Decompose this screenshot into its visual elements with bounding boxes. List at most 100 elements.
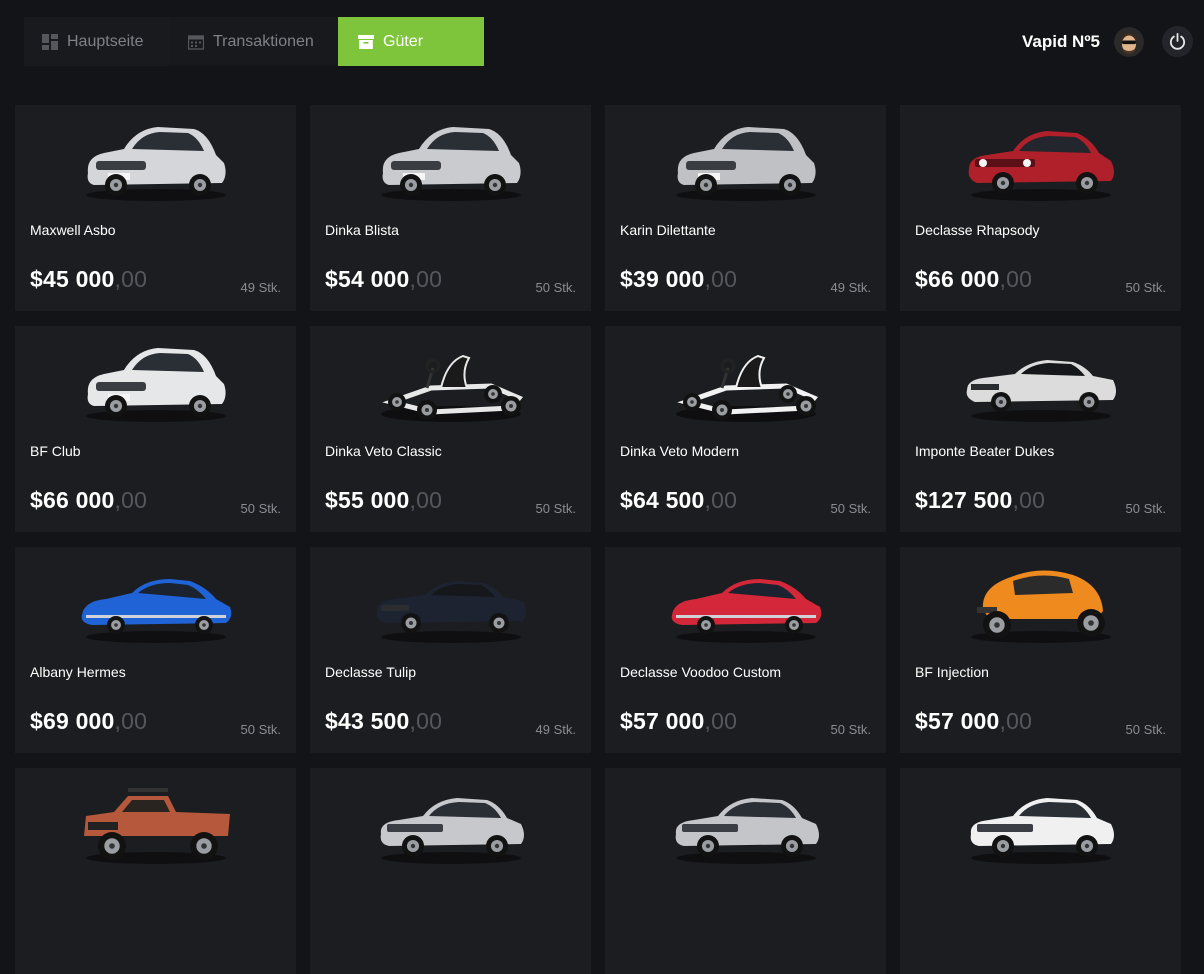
- product-image: [15, 330, 296, 430]
- muscle-car-image: [376, 581, 526, 643]
- product-price: $66 000,00: [30, 487, 147, 514]
- product-card[interactable]: Declasse Voodoo Custom $57 000,00 50 Stk…: [605, 547, 886, 753]
- product-stock: 49 Stk.: [240, 280, 281, 295]
- price-amount: $66 000: [30, 487, 115, 513]
- price-amount: $64 500: [620, 487, 705, 513]
- product-name: BF Injection: [915, 664, 989, 680]
- user-name[interactable]: Vapid Nº5: [1022, 32, 1100, 52]
- product-card[interactable]: Imponte Beater Dukes $127 500,00 50 Stk.: [900, 326, 1181, 532]
- price-amount: $39 000: [620, 266, 705, 292]
- price-amount: $69 000: [30, 708, 115, 734]
- product-card[interactable]: [605, 768, 886, 974]
- go-kart-image: [380, 354, 523, 422]
- product-card[interactable]: Maxwell Asbo $45 000,00 49 Stk.: [15, 105, 296, 311]
- price-amount: $45 000: [30, 266, 115, 292]
- product-image: [310, 551, 591, 651]
- product-card[interactable]: BF Injection $57 000,00 50 Stk.: [900, 547, 1181, 753]
- product-card[interactable]: Declasse Tulip $43 500,00 49 Stk.: [310, 547, 591, 753]
- product-name: Declasse Rhapsody: [915, 222, 1040, 238]
- product-card[interactable]: BF Club $66 000,00 50 Stk.: [15, 326, 296, 532]
- product-image: [15, 772, 296, 872]
- price-cents: ,00: [704, 266, 738, 292]
- product-stock: 50 Stk.: [1125, 722, 1166, 737]
- product-stock: 50 Stk.: [830, 501, 871, 516]
- coupe-car-image: [968, 131, 1114, 201]
- price-cents: ,00: [114, 708, 148, 734]
- user-menu: Vapid Nº5: [1022, 17, 1204, 66]
- price-amount: $66 000: [915, 266, 1000, 292]
- price-cents: ,00: [999, 708, 1033, 734]
- hatchback-car-image: [675, 127, 816, 201]
- product-price: $57 000,00: [620, 708, 737, 735]
- product-card[interactable]: Dinka Veto Modern $64 500,00 50 Stk.: [605, 326, 886, 532]
- power-icon: [1169, 32, 1186, 50]
- price-cents: ,00: [409, 708, 443, 734]
- product-stock: 49 Stk.: [535, 722, 576, 737]
- price-cents: ,00: [114, 266, 148, 292]
- tab-transaktionen[interactable]: Transaktionen: [170, 17, 338, 66]
- main-tabs: Hauptseite Transaktionen Güter: [24, 17, 484, 66]
- price-amount: $55 000: [325, 487, 410, 513]
- product-image: [605, 109, 886, 209]
- product-card[interactable]: [15, 768, 296, 974]
- product-price: $57 000,00: [915, 708, 1032, 735]
- sedan-car-image: [675, 798, 819, 864]
- dashboard-icon: [42, 33, 58, 50]
- power-button[interactable]: [1162, 26, 1193, 57]
- pickup-truck-image: [83, 788, 230, 864]
- product-image: [900, 109, 1181, 209]
- calendar-icon: [188, 34, 204, 50]
- hatchback-car-image: [380, 127, 521, 201]
- product-price: $64 500,00: [620, 487, 737, 514]
- product-name: Declasse Tulip: [325, 664, 417, 680]
- product-image: [310, 109, 591, 209]
- go-kart-image: [675, 354, 818, 422]
- price-amount: $54 000: [325, 266, 410, 292]
- product-price: $66 000,00: [915, 266, 1032, 293]
- product-stock: 50 Stk.: [240, 501, 281, 516]
- buggy-image: [970, 570, 1111, 643]
- tab-gueter[interactable]: Güter: [338, 17, 484, 66]
- product-stock: 50 Stk.: [1125, 501, 1166, 516]
- product-price: $127 500,00: [915, 487, 1045, 514]
- sedan-car-image: [970, 798, 1114, 864]
- product-name: Maxwell Asbo: [30, 222, 116, 238]
- product-image: [900, 330, 1181, 430]
- price-cents: ,00: [409, 266, 443, 292]
- product-card[interactable]: Karin Dilettante $39 000,00 49 Stk.: [605, 105, 886, 311]
- price-amount: $43 500: [325, 708, 410, 734]
- price-cents: ,00: [999, 266, 1033, 292]
- product-grid: Maxwell Asbo $45 000,00 49 Stk. Dinka Bl…: [15, 105, 1181, 974]
- product-card[interactable]: Albany Hermes $69 000,00 50 Stk.: [15, 547, 296, 753]
- product-image: [605, 330, 886, 430]
- product-stock: 50 Stk.: [1125, 280, 1166, 295]
- product-name: BF Club: [30, 443, 81, 459]
- product-price: $45 000,00: [30, 266, 147, 293]
- price-cents: ,00: [409, 487, 443, 513]
- product-stock: 50 Stk.: [535, 501, 576, 516]
- product-price: $39 000,00: [620, 266, 737, 293]
- tab-hauptseite[interactable]: Hauptseite: [24, 17, 170, 66]
- product-image: [605, 772, 886, 872]
- price-amount: $127 500: [915, 487, 1013, 513]
- avatar[interactable]: [1114, 26, 1144, 57]
- product-card[interactable]: Dinka Veto Classic $55 000,00 50 Stk.: [310, 326, 591, 532]
- hatchback-car-image: [85, 348, 226, 422]
- price-cents: ,00: [114, 487, 148, 513]
- product-card[interactable]: [310, 768, 591, 974]
- archive-box-icon: [358, 34, 374, 49]
- tab-label: Hauptseite: [67, 32, 144, 50]
- product-image: [15, 551, 296, 651]
- product-price: $43 500,00: [325, 708, 442, 735]
- product-image: [15, 109, 296, 209]
- product-price: $55 000,00: [325, 487, 442, 514]
- product-name: Karin Dilettante: [620, 222, 716, 238]
- tab-label: Güter: [383, 32, 424, 50]
- product-card[interactable]: [900, 768, 1181, 974]
- product-name: Imponte Beater Dukes: [915, 443, 1055, 459]
- product-card[interactable]: Dinka Blista $54 000,00 50 Stk.: [310, 105, 591, 311]
- product-image: [605, 551, 886, 651]
- product-price: $69 000,00: [30, 708, 147, 735]
- product-card[interactable]: Declasse Rhapsody $66 000,00 50 Stk.: [900, 105, 1181, 311]
- product-name: Dinka Veto Classic: [325, 443, 442, 459]
